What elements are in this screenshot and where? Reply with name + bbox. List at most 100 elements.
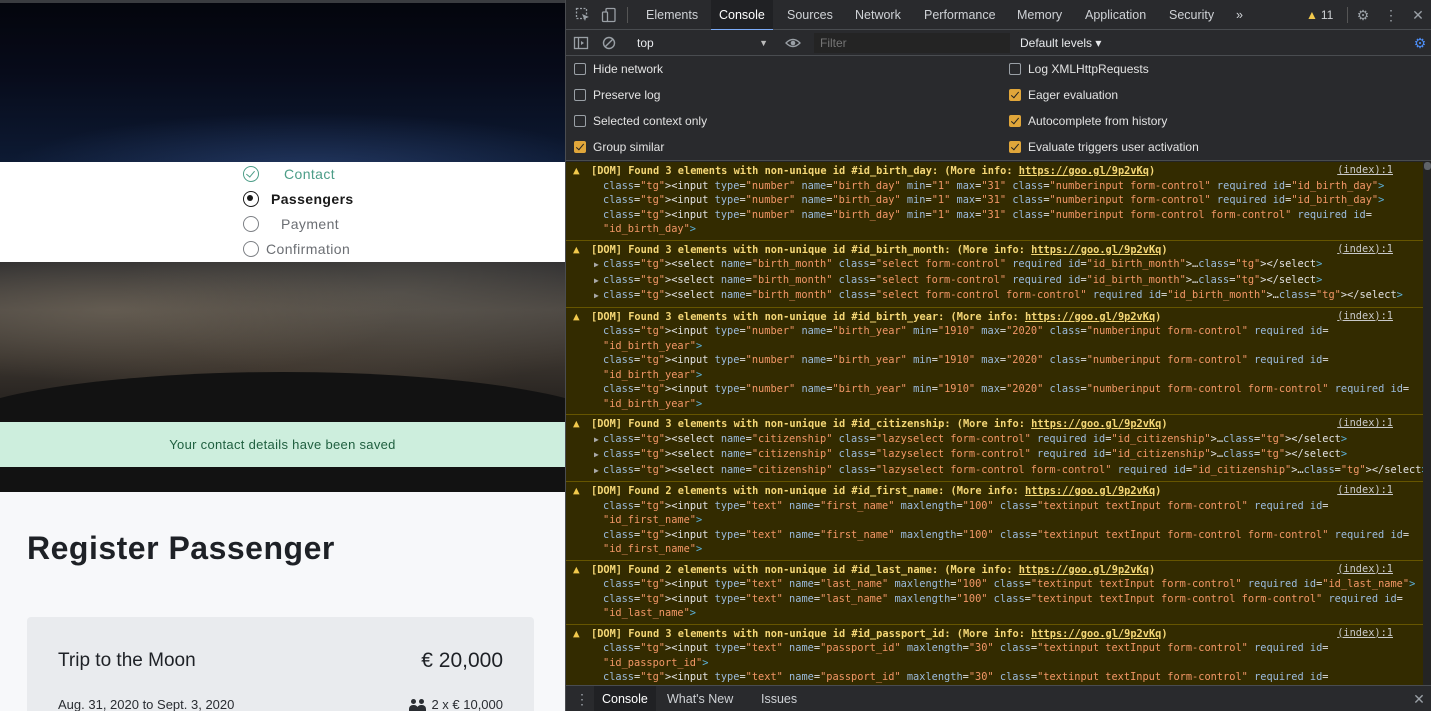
gear-icon[interactable]: ⚙ bbox=[1355, 7, 1371, 23]
tab-sources[interactable]: Sources bbox=[779, 0, 841, 30]
more-info-link[interactable]: https://goo.gl/9p2vKq bbox=[1025, 311, 1155, 323]
element-node[interactable]: class="tg"><input type="text" name="pass… bbox=[591, 670, 1423, 685]
collapsed-element-node[interactable]: ▶ class="tg"><select name="birth_month" c… bbox=[591, 288, 1423, 304]
checkbox[interactable] bbox=[1009, 63, 1021, 75]
element-node[interactable]: class="tg"><input type="number" name="bi… bbox=[591, 353, 1423, 368]
collapsed-element-node[interactable]: ▶ class="tg"><select name="citizenship" c… bbox=[591, 447, 1423, 463]
source-link[interactable]: (index):1 bbox=[1337, 484, 1393, 496]
clear-console-icon[interactable] bbox=[601, 35, 617, 51]
tab-network[interactable]: Network bbox=[847, 0, 909, 30]
trip-price: € 20,000 bbox=[421, 649, 503, 672]
source-link[interactable]: (index):1 bbox=[1337, 310, 1393, 322]
device-toolbar-icon[interactable] bbox=[601, 7, 617, 23]
source-link[interactable]: (index):1 bbox=[1337, 164, 1393, 176]
log-xhr-option[interactable]: Log XMLHttpRequests bbox=[1009, 60, 1149, 78]
element-node[interactable]: class="tg"><input type="text" name="last… bbox=[591, 592, 1423, 607]
element-node[interactable]: class="tg"><input type="text" name="last… bbox=[591, 577, 1423, 592]
console-warning[interactable]: ▲ (index):1 [DOM] Found 3 elements with no… bbox=[566, 415, 1423, 482]
trip-dates: Aug. 31, 2020 to Sept. 3, 2020 bbox=[58, 697, 235, 711]
element-node[interactable]: class="tg"><input type="number" name="bi… bbox=[591, 208, 1423, 223]
console-warning[interactable]: ▲ (index):1 [DOM] Found 3 elements with no… bbox=[566, 308, 1423, 415]
checkbox-checked[interactable] bbox=[574, 141, 586, 153]
more-info-link[interactable]: https://goo.gl/9p2vKq bbox=[1031, 418, 1161, 430]
more-info-link[interactable]: https://goo.gl/9p2vKq bbox=[1019, 564, 1149, 576]
console-warning[interactable]: ▲ (index):1 [DOM] Found 2 elements with no… bbox=[566, 482, 1423, 561]
element-node[interactable]: class="tg"><input type="text" name="pass… bbox=[591, 641, 1423, 656]
checkbox[interactable] bbox=[574, 63, 586, 75]
collapsed-element-node[interactable]: ▶ class="tg"><select name="birth_month" c… bbox=[591, 273, 1423, 289]
source-link[interactable]: (index):1 bbox=[1337, 563, 1393, 575]
console-output[interactable]: ▲ (index):1 [DOM] Found 3 elements with no… bbox=[566, 162, 1423, 685]
source-link[interactable]: (index):1 bbox=[1337, 627, 1393, 639]
drawer-tab-issues[interactable]: Issues bbox=[753, 686, 805, 711]
source-link[interactable]: (index):1 bbox=[1337, 243, 1393, 255]
filter-input[interactable] bbox=[814, 33, 1010, 53]
checkbox-checked[interactable] bbox=[1009, 141, 1021, 153]
element-node[interactable]: "id_birth_year"> bbox=[591, 339, 1423, 354]
kebab-menu-icon[interactable]: ⋮ bbox=[574, 691, 590, 707]
checkbox[interactable] bbox=[574, 89, 586, 101]
selected-context-only-option[interactable]: Selected context only bbox=[574, 112, 707, 130]
element-node[interactable]: class="tg"><input type="text" name="firs… bbox=[591, 499, 1423, 514]
evaluate-triggers-option[interactable]: Evaluate triggers user activation bbox=[1009, 138, 1199, 156]
log-levels-dropdown[interactable]: Default levels ▾ bbox=[1020, 33, 1101, 53]
more-info-link[interactable]: https://goo.gl/9p2vKq bbox=[1031, 628, 1161, 640]
drawer-tab-whats-new[interactable]: What's New bbox=[659, 686, 741, 711]
tab-security[interactable]: Security bbox=[1161, 0, 1222, 30]
group-similar-option[interactable]: Group similar bbox=[574, 138, 664, 156]
gear-icon[interactable]: ⚙ bbox=[1412, 35, 1428, 51]
close-icon[interactable]: ✕ bbox=[1410, 7, 1426, 23]
checkbox-checked[interactable] bbox=[1009, 89, 1021, 101]
element-node[interactable]: class="tg"><input type="number" name="bi… bbox=[591, 324, 1423, 339]
step-contact[interactable]: Contact bbox=[243, 163, 335, 185]
collapsed-element-node[interactable]: ▶ class="tg"><select name="birth_month" c… bbox=[591, 257, 1423, 273]
element-node[interactable]: "id_birth_day"> bbox=[591, 222, 1423, 237]
console-warning[interactable]: ▲ (index):1 [DOM] Found 2 elements with no… bbox=[566, 561, 1423, 625]
warnings-counter[interactable]: ▲ 11 bbox=[1306, 0, 1333, 30]
element-node[interactable]: class="tg"><input type="text" name="firs… bbox=[591, 528, 1423, 543]
tab-memory[interactable]: Memory bbox=[1009, 0, 1070, 30]
element-node[interactable]: "id_first_name"> bbox=[591, 513, 1423, 528]
checkbox[interactable] bbox=[574, 115, 586, 127]
element-node[interactable]: class="tg"><input type="number" name="bi… bbox=[591, 382, 1423, 397]
warning-icon: ▲ bbox=[573, 164, 580, 177]
element-node[interactable]: "id_birth_year"> bbox=[591, 368, 1423, 383]
console-warning[interactable]: ▲ (index):1 [DOM] Found 3 elements with no… bbox=[566, 241, 1423, 308]
element-node[interactable]: "id_first_name"> bbox=[591, 542, 1423, 557]
tab-application[interactable]: Application bbox=[1077, 0, 1154, 30]
more-info-link[interactable]: https://goo.gl/9p2vKq bbox=[1031, 244, 1161, 256]
tab-performance[interactable]: Performance bbox=[916, 0, 1004, 30]
console-scrollbar[interactable] bbox=[1423, 162, 1431, 685]
kebab-menu-icon[interactable]: ⋮ bbox=[1383, 7, 1399, 23]
checkbox-checked[interactable] bbox=[1009, 115, 1021, 127]
close-icon[interactable]: ✕ bbox=[1411, 691, 1427, 707]
element-node[interactable]: "id_last_name"> bbox=[591, 606, 1423, 621]
tab-elements[interactable]: Elements bbox=[638, 0, 706, 30]
element-node[interactable]: "id_birth_year"> bbox=[591, 397, 1423, 412]
step-label: Payment bbox=[281, 216, 340, 232]
element-node[interactable]: class="tg"><input type="number" name="bi… bbox=[591, 193, 1423, 208]
more-info-link[interactable]: https://goo.gl/9p2vKq bbox=[1025, 485, 1155, 497]
console-warning[interactable]: ▲ (index):1 [DOM] Found 3 elements with no… bbox=[566, 625, 1423, 686]
more-info-link[interactable]: https://goo.gl/9p2vKq bbox=[1019, 165, 1149, 177]
element-node[interactable]: "id_passport_id"> bbox=[591, 656, 1423, 671]
preserve-log-option[interactable]: Preserve log bbox=[574, 86, 660, 104]
collapsed-element-node[interactable]: ▶ class="tg"><select name="citizenship" c… bbox=[591, 432, 1423, 448]
step-label: Passengers bbox=[271, 191, 354, 207]
source-link[interactable]: (index):1 bbox=[1337, 417, 1393, 429]
console-warning[interactable]: ▲ (index):1 [DOM] Found 3 elements with no… bbox=[566, 162, 1423, 241]
sidebar-toggle-icon[interactable] bbox=[573, 35, 589, 51]
eye-icon[interactable] bbox=[785, 35, 801, 51]
drawer-tab-console[interactable]: Console bbox=[594, 686, 656, 711]
hide-network-option[interactable]: Hide network bbox=[574, 60, 663, 78]
tab-console[interactable]: Console bbox=[711, 0, 773, 31]
more-tabs-button[interactable]: » bbox=[1228, 0, 1251, 30]
inspect-element-icon[interactable] bbox=[575, 7, 591, 23]
users-icon bbox=[409, 698, 427, 711]
collapsed-element-node[interactable]: ▶ class="tg"><select name="citizenship" c… bbox=[591, 463, 1423, 479]
context-select[interactable]: top ▼ bbox=[632, 33, 772, 53]
eager-evaluation-option[interactable]: Eager evaluation bbox=[1009, 86, 1118, 104]
trip-name: Trip to the Moon bbox=[58, 650, 196, 671]
element-node[interactable]: class="tg"><input type="number" name="bi… bbox=[591, 179, 1423, 194]
autocomplete-history-option[interactable]: Autocomplete from history bbox=[1009, 112, 1167, 130]
